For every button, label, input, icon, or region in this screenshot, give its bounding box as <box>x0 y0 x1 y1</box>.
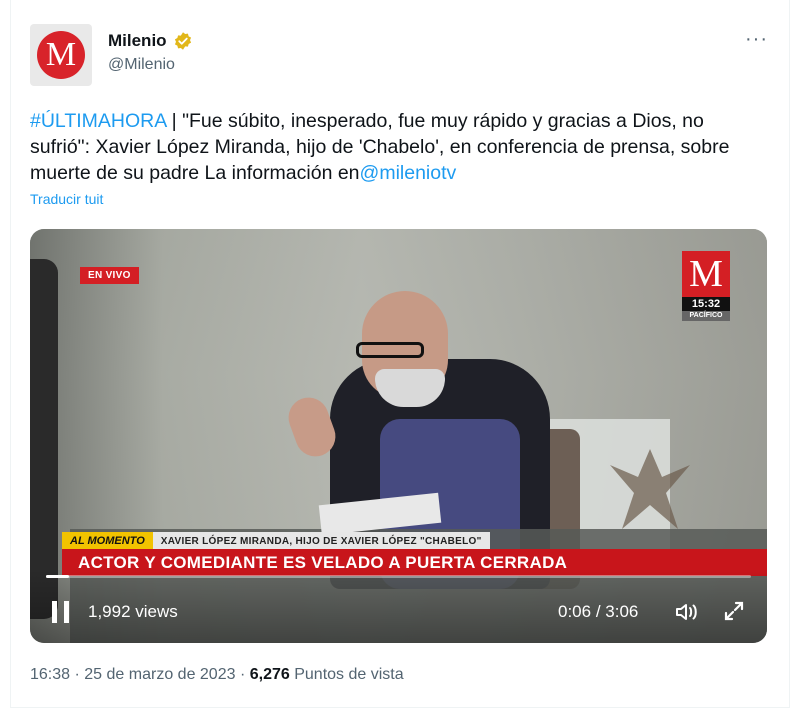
progress-fill <box>46 575 70 578</box>
video-player[interactable]: EN VIVO M 15:32 PACÍFICO AL MOMENTO XAVI… <box>30 229 767 643</box>
channel-zone: PACÍFICO <box>682 311 730 321</box>
tweet-date[interactable]: 25 de marzo de 2023 <box>84 666 235 683</box>
pause-icon[interactable] <box>52 601 70 623</box>
tweet-text: #ÚLTIMAHORA | "Fue súbito, inesperado, f… <box>30 108 760 186</box>
frame-pillar <box>30 259 58 619</box>
verified-badge-icon <box>174 32 191 50</box>
author-handle[interactable]: @Milenio <box>108 56 193 74</box>
milenio-logo: M <box>37 31 85 79</box>
mention-link[interactable]: @mileniotv <box>360 162 457 184</box>
fullscreen-icon[interactable] <box>722 599 746 623</box>
tweet-time[interactable]: 16:38 <box>30 666 70 683</box>
progress-bar[interactable] <box>46 575 751 578</box>
video-time: 0:06 / 3:06 <box>558 602 639 621</box>
hashtag-link[interactable]: #ÚLTIMAHORA <box>30 110 166 132</box>
channel-letter: M <box>682 251 730 297</box>
total-duration: 3:06 <box>605 602 639 621</box>
translate-link[interactable]: Traducir tuit <box>30 191 103 207</box>
channel-logo: M 15:32 PACÍFICO <box>682 251 730 321</box>
frame-glasses <box>356 342 424 358</box>
live-badge: EN VIVO <box>80 267 139 284</box>
tweet-meta: 16:38 · 25 de marzo de 2023 · 6,276 Punt… <box>30 666 404 684</box>
video-views: 1,992 views <box>88 602 178 621</box>
author-block[interactable]: Milenio @Milenio <box>108 31 193 74</box>
volume-icon[interactable] <box>674 601 700 623</box>
views-count[interactable]: 6,276 <box>250 666 290 683</box>
more-options-icon[interactable]: ··· <box>745 28 768 51</box>
elapsed-time: 0:06 <box>558 602 592 621</box>
video-controls: 1,992 views 0:06 / 3:06 <box>30 569 767 643</box>
lower-third-tag: AL MOMENTO <box>62 532 153 549</box>
author-name[interactable]: Milenio <box>108 31 167 51</box>
channel-time: 15:32 <box>682 297 730 311</box>
meta-separator: · <box>74 666 80 683</box>
views-label: Puntos de vista <box>294 666 404 683</box>
lower-third-subtitle: XAVIER LÓPEZ MIRANDA, HIJO DE XAVIER LÓP… <box>152 532 490 549</box>
meta-separator: · <box>239 666 246 683</box>
avatar[interactable]: M <box>30 24 92 86</box>
